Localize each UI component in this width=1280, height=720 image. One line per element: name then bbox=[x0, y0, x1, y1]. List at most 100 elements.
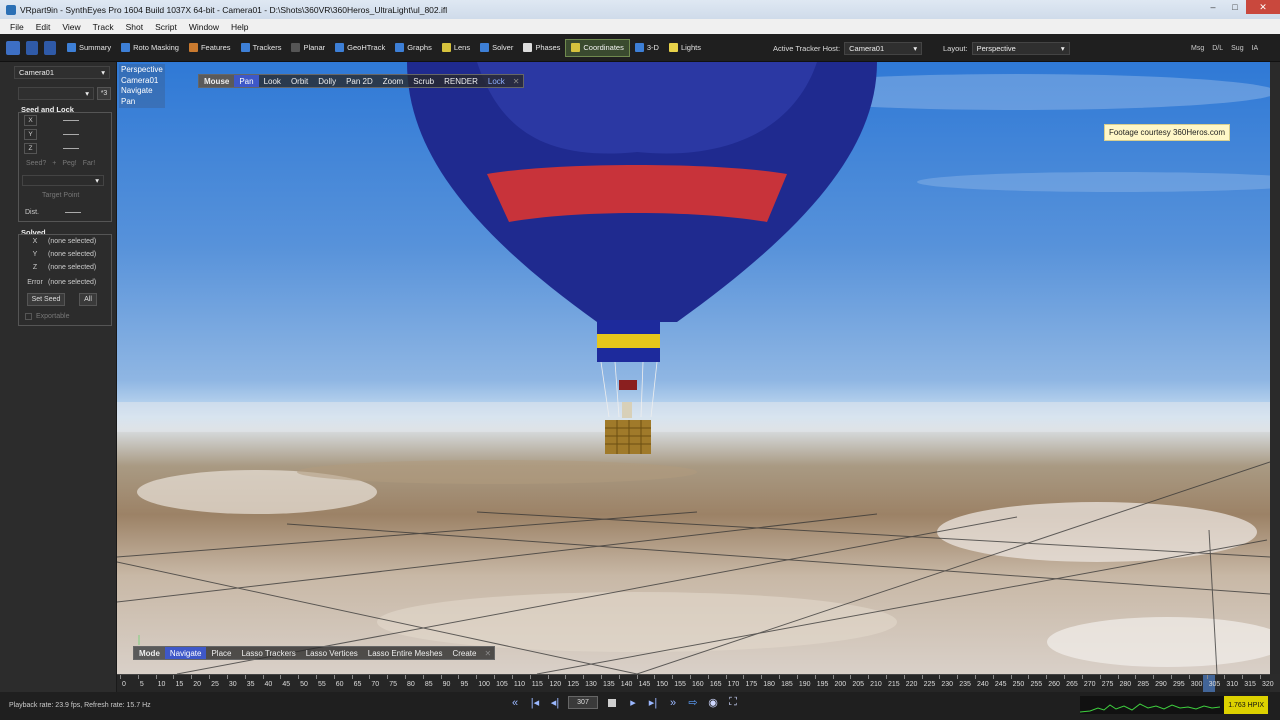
stop-icon[interactable] bbox=[608, 698, 616, 707]
tab-planar[interactable]: Planar bbox=[286, 39, 330, 57]
timebar-tick bbox=[209, 675, 211, 679]
timebar-tick bbox=[1081, 675, 1083, 679]
menu-file[interactable]: File bbox=[4, 22, 30, 32]
close-toolbar-icon[interactable]: ✕ bbox=[510, 75, 523, 87]
tab-coordinates[interactable]: Coordinates bbox=[565, 38, 630, 57]
loop-icon[interactable]: ◉ bbox=[706, 696, 720, 709]
timebar-tick bbox=[1242, 675, 1244, 679]
timebar-tick bbox=[921, 675, 923, 679]
minimize-button[interactable]: – bbox=[1202, 0, 1224, 14]
tab-label: 3-D bbox=[646, 43, 659, 52]
menu-edit[interactable]: Edit bbox=[30, 22, 57, 32]
target-point-button[interactable]: Target Point bbox=[42, 192, 79, 199]
current-frame-field[interactable]: 307 bbox=[568, 696, 598, 709]
timebar-tick bbox=[1064, 675, 1066, 679]
menu-track[interactable]: Track bbox=[87, 22, 120, 32]
pan2d-tool-button[interactable]: Pan 2D bbox=[341, 75, 378, 87]
chevron-down-icon: ▾ bbox=[101, 68, 105, 77]
fit-view-icon[interactable]: ⛶ bbox=[726, 696, 740, 709]
msg-button[interactable]: Msg bbox=[1188, 43, 1207, 54]
tab-3-d[interactable]: 3-D bbox=[630, 39, 664, 57]
seed-button[interactable]: Seed? bbox=[26, 160, 46, 167]
tracker-select[interactable]: ▾ bbox=[18, 87, 94, 100]
right-edge-scroll[interactable] bbox=[1270, 62, 1280, 674]
sug-button[interactable]: Sug bbox=[1228, 43, 1246, 54]
redo-icon[interactable] bbox=[44, 40, 56, 55]
tab-roto-masking[interactable]: Roto Masking bbox=[116, 39, 184, 57]
timebar-tick-label: 15 bbox=[175, 681, 184, 688]
ia-button[interactable]: IA bbox=[1249, 43, 1262, 54]
lasso-trackers-button[interactable]: Lasso Trackers bbox=[236, 647, 300, 659]
menu-view[interactable]: View bbox=[56, 22, 86, 32]
tab-lens[interactable]: Lens bbox=[437, 39, 475, 57]
solved-axis-label: Error bbox=[27, 279, 43, 286]
dolly-tool-button[interactable]: Dolly bbox=[313, 75, 341, 87]
target-select[interactable]: ▾ bbox=[22, 175, 104, 186]
set-seed-button[interactable]: Set Seed bbox=[27, 293, 65, 306]
lock-z-button[interactable]: Z bbox=[24, 143, 37, 154]
timebar[interactable]: 0 5 10 15 20 25 30 35 40 45 50 55 60 65 70 75 80 85 90 95 10… bbox=[117, 674, 1274, 693]
scrub-tool-button[interactable]: Scrub bbox=[408, 75, 439, 87]
plus-button[interactable]: + bbox=[52, 160, 56, 167]
playback-direction-icon[interactable]: ⇨ bbox=[686, 696, 700, 709]
perspective-viewport[interactable]: Perspective Camera01 Navigate Pan Mouse … bbox=[117, 62, 1270, 674]
go-end-icon[interactable]: ▸| bbox=[646, 696, 660, 709]
seed-count-button[interactable]: *3 bbox=[97, 87, 111, 100]
fast-forward-icon[interactable]: » bbox=[666, 697, 680, 709]
create-button[interactable]: Create bbox=[447, 647, 481, 659]
undo-icon[interactable] bbox=[26, 40, 38, 55]
lock-y-button[interactable]: Y bbox=[24, 129, 37, 140]
tab-phases[interactable]: Phases bbox=[518, 39, 565, 57]
dist-field[interactable] bbox=[65, 212, 81, 213]
tab-summary[interactable]: Summary bbox=[62, 39, 116, 57]
go-start-icon[interactable]: |◂ bbox=[528, 696, 542, 709]
timebar-tick bbox=[636, 675, 638, 679]
render-button[interactable]: RENDER bbox=[439, 75, 483, 87]
step-back-icon[interactable]: ◂| bbox=[548, 696, 562, 709]
play-icon[interactable]: ▸ bbox=[626, 696, 640, 709]
navigate-mode-button[interactable]: Navigate bbox=[164, 647, 207, 659]
timebar-tick bbox=[618, 675, 620, 679]
orbit-tool-button[interactable]: Orbit bbox=[286, 75, 313, 87]
timebar-tick-label: 210 bbox=[870, 681, 882, 688]
seed-z-field[interactable] bbox=[63, 148, 79, 149]
zoom-tool-button[interactable]: Zoom bbox=[378, 75, 408, 87]
timebar-tick-label: 165 bbox=[709, 681, 722, 688]
rewind-icon[interactable]: « bbox=[508, 697, 522, 709]
timebar-tick-label: 30 bbox=[228, 681, 237, 688]
menu-window[interactable]: Window bbox=[183, 22, 225, 32]
timebar-tick bbox=[369, 675, 371, 679]
exportable-checkbox[interactable]: Exportable bbox=[25, 313, 69, 320]
menu-script[interactable]: Script bbox=[149, 22, 183, 32]
close-toolbar-icon[interactable]: ✕ bbox=[481, 647, 494, 659]
far-button[interactable]: Far! bbox=[83, 160, 95, 167]
lock-button[interactable]: Lock bbox=[483, 75, 510, 87]
tab-features[interactable]: Features bbox=[184, 39, 236, 57]
pan-tool-button[interactable]: Pan bbox=[234, 75, 259, 87]
menu-help[interactable]: Help bbox=[225, 22, 254, 32]
seed-x-field[interactable] bbox=[63, 120, 79, 121]
tab-solver[interactable]: Solver bbox=[475, 39, 518, 57]
timebar-tick-label: 305 bbox=[1208, 681, 1221, 688]
close-window-button[interactable]: ✕ bbox=[1246, 0, 1280, 14]
look-tool-button[interactable]: Look bbox=[259, 75, 286, 87]
maximize-button[interactable]: □ bbox=[1224, 0, 1246, 14]
save-icon[interactable] bbox=[6, 40, 20, 55]
place-mode-button[interactable]: Place bbox=[206, 647, 236, 659]
active-tracker-host-select[interactable]: Camera01 ▾ bbox=[844, 41, 923, 55]
camera-select[interactable]: Camera01 ▾ bbox=[14, 66, 110, 79]
view-mode-label: Navigate bbox=[121, 86, 153, 95]
tab-graphs[interactable]: Graphs bbox=[390, 39, 437, 57]
seed-y-field[interactable] bbox=[63, 134, 79, 135]
all-button[interactable]: All bbox=[79, 293, 97, 306]
tab-trackers[interactable]: Trackers bbox=[236, 39, 287, 57]
lasso-meshes-button[interactable]: Lasso Entire Meshes bbox=[363, 647, 448, 659]
layout-select[interactable]: Perspective ▾ bbox=[971, 41, 1070, 55]
peg-button[interactable]: Peg! bbox=[62, 160, 76, 167]
menu-shot[interactable]: Shot bbox=[120, 22, 150, 32]
lock-x-button[interactable]: X bbox=[24, 115, 37, 126]
tab-lights[interactable]: Lights bbox=[664, 39, 706, 57]
dl-button[interactable]: D/L bbox=[1209, 43, 1226, 54]
lasso-vertices-button[interactable]: Lasso Vertices bbox=[301, 647, 363, 659]
tab-geohtrack[interactable]: GeoHTrack bbox=[330, 39, 390, 57]
